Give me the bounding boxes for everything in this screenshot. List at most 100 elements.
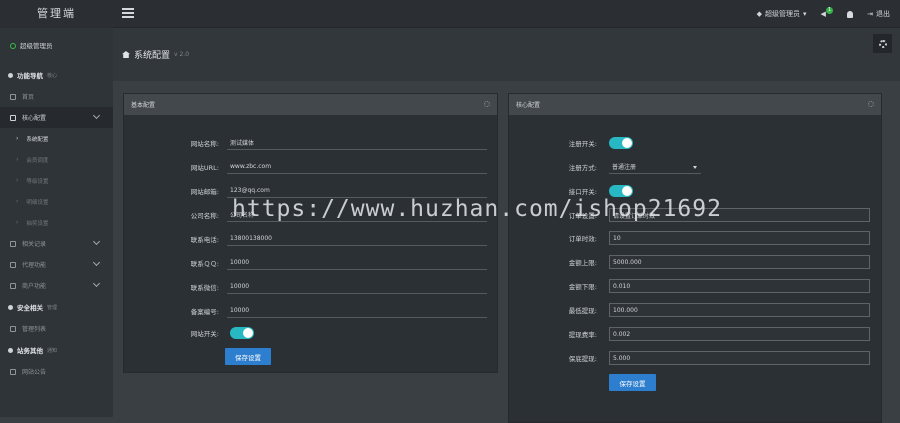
- home-icon: [10, 93, 16, 100]
- section-header-other: 站务其他 通知: [0, 339, 113, 361]
- wechat-input[interactable]: 10000: [227, 280, 487, 294]
- field-label: 网站URL:: [190, 164, 219, 172]
- sidebar-subitem-label: 会员调度: [26, 157, 49, 164]
- amount-min-input[interactable]: 0.010: [609, 279, 870, 293]
- field-row: 订单设置: 请设置订单时效: [529, 208, 870, 222]
- api-switch-toggle[interactable]: [609, 185, 633, 197]
- top-bar: 管理端 ◆ 超级管理员 ▾ ◀ 1 ⇥ 退出: [0, 0, 900, 28]
- withdraw-rate-input[interactable]: 0.002: [609, 327, 870, 341]
- sidebar-item-notice[interactable]: 网站公告: [0, 361, 113, 382]
- site-email-input[interactable]: 123@qq.com: [227, 184, 487, 198]
- register-mode-select[interactable]: 普通注册: [609, 160, 701, 174]
- sidebar-item-label: 商户功能: [22, 283, 47, 290]
- field-row: 提现费率: 0.002: [529, 327, 870, 341]
- user-name: 超级管理员: [20, 42, 53, 50]
- site-url-input[interactable]: www.zbc.com: [227, 160, 487, 174]
- field-label: 网站开关:: [190, 330, 219, 338]
- field-label: 注册方式:: [568, 164, 597, 172]
- order-timeout-input[interactable]: 10: [609, 231, 870, 245]
- phone-input[interactable]: 13800138000: [227, 232, 487, 246]
- field-label: 网站名称:: [190, 140, 219, 148]
- sidebar-item-merchant[interactable]: 商户功能: [0, 275, 113, 296]
- field-label: 订单时效:: [568, 235, 597, 243]
- amount-max-input[interactable]: 5000.000: [609, 255, 870, 269]
- gear-icon: [878, 39, 887, 48]
- logout-button[interactable]: ⇥ 退出: [867, 9, 890, 19]
- field-label: 最低提现:: [568, 307, 597, 315]
- section-title: 安全相关: [17, 304, 43, 312]
- field-row: 订单时效: 10: [529, 231, 870, 245]
- chevron-right-icon: ›: [16, 219, 19, 226]
- page-version: v 2.0: [174, 51, 190, 58]
- admin-menu[interactable]: ◆ 超级管理员 ▾: [757, 9, 807, 19]
- section-header-function: 功能导航 核心: [0, 64, 113, 86]
- field-label: 接口开关:: [568, 188, 597, 196]
- field-label: 公司名称:: [190, 212, 219, 220]
- field-row: 最低提现: 100.000: [529, 303, 870, 317]
- sidebar-item-admin-list[interactable]: 管理列表: [0, 318, 113, 339]
- sidebar-item-home[interactable]: 首页: [0, 86, 113, 107]
- register-switch-toggle[interactable]: [609, 137, 633, 149]
- panel-header: 核心配置: [509, 94, 881, 115]
- order-setting-input[interactable]: 请设置订单时效: [609, 208, 870, 222]
- field-row: 保底提现: 5.000: [529, 351, 870, 365]
- core-config-panel: 核心配置 注册开关: 注册方式: 普通注册 接口开关: 订单设置: 请设置订单时效 …: [508, 93, 882, 423]
- user-icon: [10, 282, 16, 289]
- panel-title: 核心配置: [516, 102, 541, 109]
- sidebar-item-label: 管理列表: [22, 326, 47, 333]
- base-withdraw-input[interactable]: 5.000: [609, 351, 870, 365]
- bell-icon: [847, 10, 854, 18]
- bell-button[interactable]: [847, 10, 854, 18]
- field-label: 注册开关:: [568, 140, 597, 148]
- page-title: 系统配置: [134, 51, 171, 61]
- logout-label: 退出: [876, 10, 890, 18]
- field-label: 提现费率:: [568, 331, 597, 339]
- field-row: 公司名称: 公司名称: [144, 208, 487, 222]
- gear-icon[interactable]: [484, 101, 490, 107]
- sidebar-subitem-detail[interactable]: › 明细设置: [0, 191, 113, 212]
- settings-button[interactable]: [873, 34, 892, 53]
- section-icon: [8, 72, 13, 78]
- sidebar-item-related[interactable]: 相关记录: [0, 233, 113, 254]
- sidebar-item-agent[interactable]: 代理功能: [0, 254, 113, 275]
- sidebar-subitem-level[interactable]: › 等级设置: [0, 170, 113, 191]
- sidebar-subitem-member[interactable]: › 会员调度: [0, 149, 113, 170]
- menu-toggle-icon[interactable]: [122, 8, 134, 18]
- field-label: 网站邮箱:: [190, 188, 219, 196]
- field-row: 网站开关:: [144, 327, 254, 339]
- field-row: 注册开关:: [529, 137, 633, 149]
- sidebar-item-label: 代理功能: [22, 262, 47, 269]
- chevron-down-icon: [92, 111, 101, 120]
- chevron-right-icon: ›: [16, 177, 19, 184]
- home-icon: [122, 51, 130, 58]
- site-name-input[interactable]: 测试媒体: [227, 136, 487, 150]
- qq-input[interactable]: 10000: [227, 256, 487, 270]
- logout-icon: ⇥: [867, 10, 873, 18]
- min-withdraw-input[interactable]: 100.000: [609, 303, 870, 317]
- top-right-actions: ◆ 超级管理员 ▾ ◀ 1 ⇥ 退出: [757, 0, 890, 28]
- sidebar-item-label: 首页: [22, 94, 35, 101]
- list-icon: [10, 114, 16, 121]
- sidebar: 超级管理员 功能导航 核心 首页 核心配置 › 系统配置 › 会员调度 › 等级设置 ›…: [0, 28, 113, 417]
- sidebar-item-core[interactable]: 核心配置: [0, 107, 113, 128]
- sidebar-subitem-lottery[interactable]: › 抽奖设置: [0, 212, 113, 233]
- panel-title: 基本配置: [131, 102, 156, 109]
- online-icon: [10, 43, 16, 49]
- sidebar-item-label: 核心配置: [22, 115, 47, 122]
- site-switch-toggle[interactable]: [230, 327, 254, 339]
- save-basic-button[interactable]: 保存设置: [225, 348, 271, 365]
- shield-icon: ◆: [756, 10, 763, 18]
- company-name-input[interactable]: 公司名称: [227, 208, 487, 222]
- field-label: 联系ＱＱ:: [190, 260, 219, 268]
- admin-icon: [10, 325, 16, 332]
- field-label: 金额上限:: [568, 259, 597, 267]
- field-row: 联系ＱＱ: 10000: [144, 256, 487, 270]
- icp-input[interactable]: 10000: [227, 304, 487, 318]
- chevron-down-icon: [92, 279, 101, 288]
- sidebar-subitem-system[interactable]: › 系统配置: [0, 128, 113, 149]
- record-icon: [10, 240, 16, 247]
- volume-button[interactable]: ◀ 1: [821, 6, 834, 18]
- gear-icon[interactable]: [868, 101, 874, 107]
- field-label: 金额下限:: [568, 283, 597, 291]
- save-core-button[interactable]: 保存设置: [609, 374, 656, 391]
